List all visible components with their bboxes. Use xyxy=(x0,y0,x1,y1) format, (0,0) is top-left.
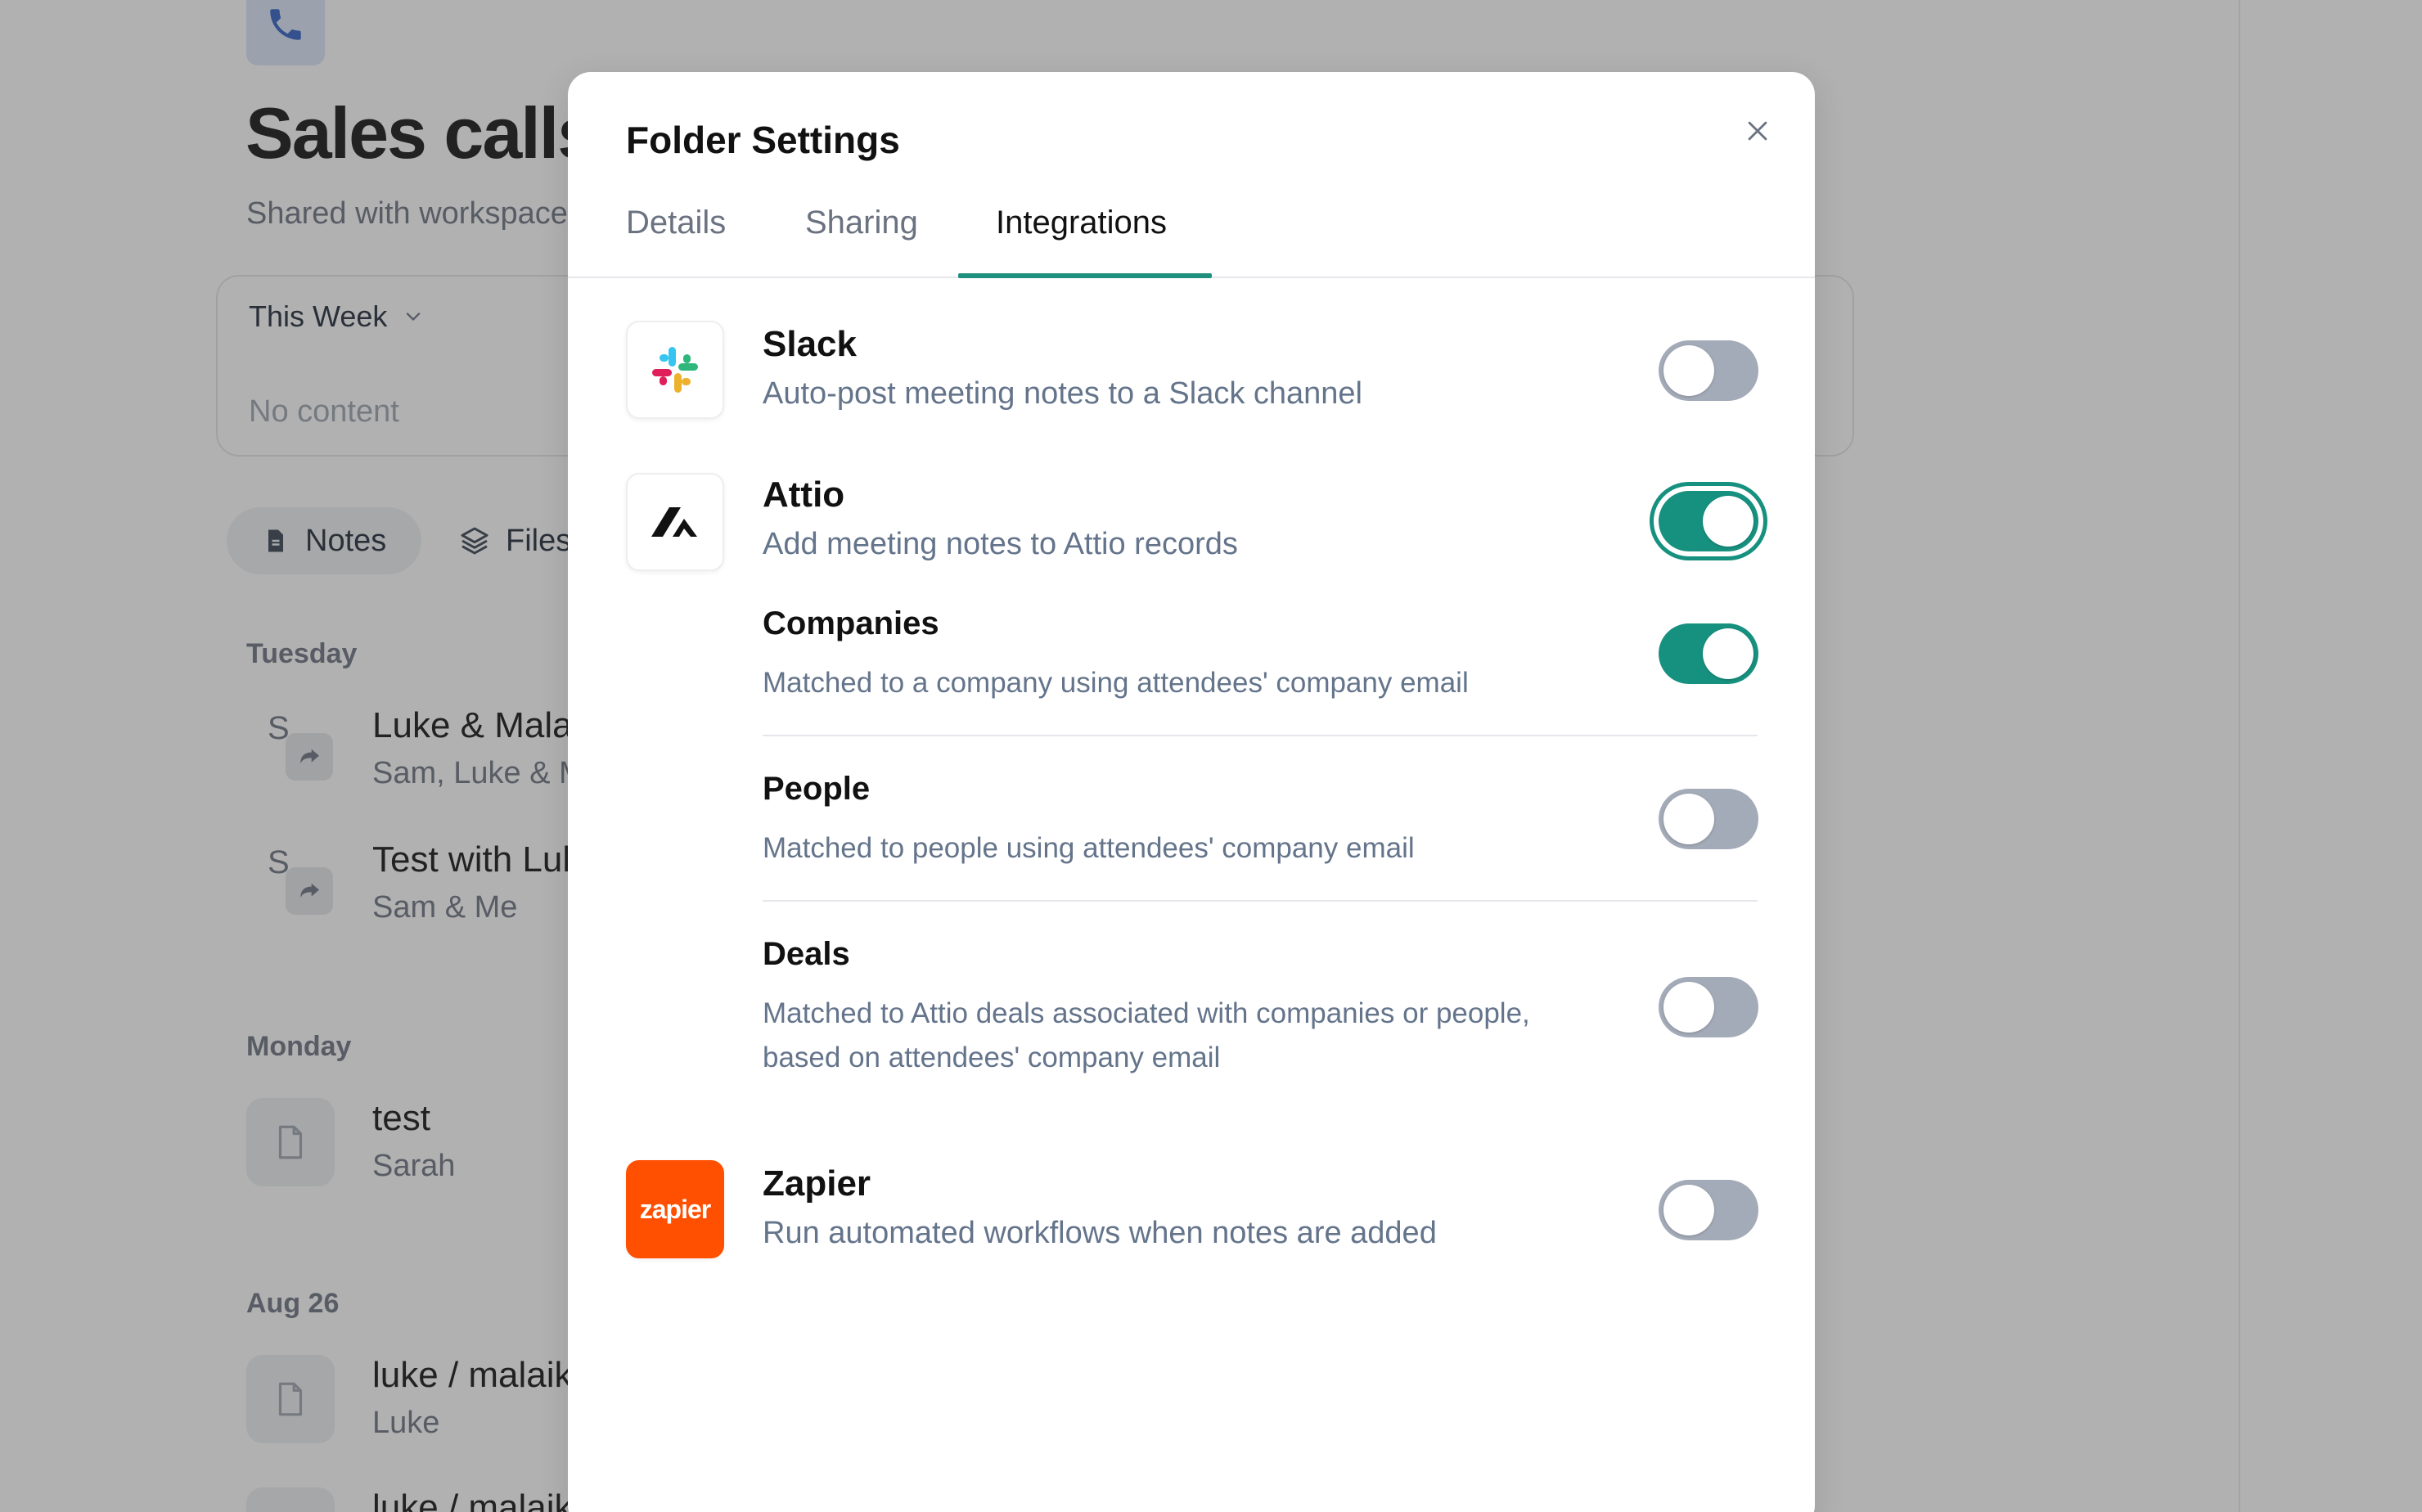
attio-deals-description-line1: Matched to Attio deals associated with c… xyxy=(763,997,1530,1029)
zapier-toggle[interactable] xyxy=(1659,1180,1758,1240)
toggle-knob xyxy=(1663,982,1714,1033)
folder-settings-dialog: Folder Settings Details Sharing Integrat… xyxy=(568,72,1815,1512)
slack-logo-icon xyxy=(652,347,698,393)
attio-toggle[interactable] xyxy=(1659,491,1758,551)
attio-name: Attio xyxy=(763,475,845,515)
tab-sharing[interactable]: Sharing xyxy=(805,205,918,278)
slack-description: Auto-post meeting notes to a Slack chann… xyxy=(763,376,1363,411)
attio-deals-description-line2: based on attendees' company email xyxy=(763,1042,1221,1073)
zapier-logo-icon: zapier xyxy=(639,1194,711,1224)
attio-companies-toggle[interactable] xyxy=(1659,623,1758,684)
zapier-logo-tile: zapier xyxy=(626,1160,724,1258)
slack-name: Slack xyxy=(763,324,857,364)
zapier-name: Zapier xyxy=(763,1163,871,1204)
attio-logo-icon xyxy=(651,507,697,537)
divider xyxy=(763,900,1758,902)
toggle-knob xyxy=(1703,628,1753,679)
toggle-knob xyxy=(1703,496,1753,547)
attio-people-description: Matched to people using attendees' compa… xyxy=(763,832,1415,864)
attio-deals-description: Matched to Attio deals associated with c… xyxy=(763,992,1530,1080)
attio-people-name: People xyxy=(763,771,871,807)
zapier-description: Run automated workflows when notes are a… xyxy=(763,1216,1437,1250)
toggle-knob xyxy=(1663,794,1714,844)
close-icon xyxy=(1748,121,1767,141)
active-tab-indicator xyxy=(958,273,1212,278)
divider xyxy=(763,735,1758,736)
close-button[interactable] xyxy=(1738,111,1777,151)
toggle-knob xyxy=(1663,345,1714,396)
attio-description: Add meeting notes to Attio records xyxy=(763,527,1238,561)
slack-logo-tile xyxy=(626,321,724,419)
attio-deals-name: Deals xyxy=(763,936,850,972)
settings-tabs: Details Sharing Integrations xyxy=(568,205,1815,278)
tab-integrations[interactable]: Integrations xyxy=(996,205,1167,278)
tab-details[interactable]: Details xyxy=(626,205,726,278)
dialog-title: Folder Settings xyxy=(626,119,900,161)
attio-logo-tile xyxy=(626,473,724,571)
toggle-knob xyxy=(1663,1185,1714,1235)
attio-companies-description: Matched to a company using attendees' co… xyxy=(763,667,1469,699)
attio-people-toggle[interactable] xyxy=(1659,789,1758,849)
attio-deals-toggle[interactable] xyxy=(1659,977,1758,1037)
slack-toggle[interactable] xyxy=(1659,340,1758,401)
attio-companies-name: Companies xyxy=(763,605,939,641)
